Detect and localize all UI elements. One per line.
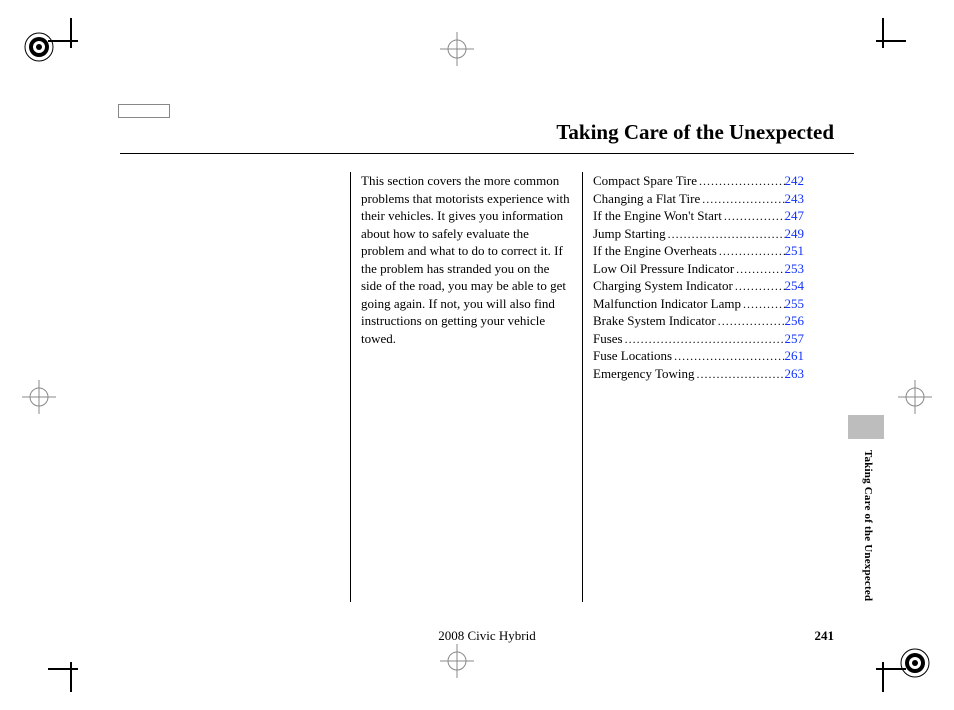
- toc-row: Emergency Towing 263: [593, 365, 804, 383]
- footer-page-number: 241: [815, 628, 835, 644]
- toc-page-link[interactable]: 257: [785, 330, 805, 348]
- toc-page-link[interactable]: 254: [785, 277, 805, 295]
- toc-row: Compact Spare Tire 242: [593, 172, 804, 190]
- toc-page-link[interactable]: 243: [785, 190, 805, 208]
- toc-label: Compact Spare Tire: [593, 172, 697, 190]
- registration-target-icon: [22, 30, 56, 64]
- toc-row: Fuse Locations 261: [593, 347, 804, 365]
- registration-target-icon: [898, 646, 932, 680]
- intro-column: This section covers the more common prob…: [350, 172, 582, 602]
- toc-page-link[interactable]: 261: [785, 347, 805, 365]
- toc-leader-dots: [695, 365, 785, 383]
- toc-leader-dots: [722, 207, 785, 225]
- toc-label: Changing a Flat Tire: [593, 190, 700, 208]
- toc-row: If the Engine Overheats 251: [593, 242, 804, 260]
- toc-column: Compact Spare Tire242Changing a Flat Tir…: [582, 172, 814, 602]
- side-section-label: Taking Care of the Unexpected: [862, 450, 874, 601]
- toc-leader-dots: [623, 330, 785, 348]
- toc-leader-dots: [716, 312, 785, 330]
- toc-leader-dots: [733, 277, 785, 295]
- toc-label: If the Engine Won't Start: [593, 207, 722, 225]
- toc-row: Brake System Indicator 256: [593, 312, 804, 330]
- toc-row: Low Oil Pressure Indicator 253: [593, 260, 804, 278]
- toc-row: Fuses 257: [593, 330, 804, 348]
- toc-leader-dots: [717, 242, 785, 260]
- toc-label: Brake System Indicator: [593, 312, 716, 330]
- toc-page-link[interactable]: 249: [785, 225, 805, 243]
- toc-leader-dots: [666, 225, 785, 243]
- toc-row: Malfunction Indicator Lamp 255: [593, 295, 804, 313]
- toc-label: Fuse Locations: [593, 347, 672, 365]
- toc-page-link[interactable]: 247: [785, 207, 805, 225]
- toc-page-link[interactable]: 253: [785, 260, 805, 278]
- toc-leader-dots: [741, 295, 784, 313]
- crosshair-icon: [440, 32, 474, 66]
- toc-leader-dots: [700, 190, 784, 208]
- toc-row: Changing a Flat Tire 243: [593, 190, 804, 208]
- content-columns: This section covers the more common prob…: [120, 172, 854, 602]
- intro-paragraph: This section covers the more common prob…: [361, 172, 572, 347]
- crosshair-icon: [898, 380, 932, 414]
- footer-model-label: 2008 Civic Hybrid: [120, 628, 854, 644]
- toc-label: Jump Starting: [593, 225, 666, 243]
- toc-leader-dots: [734, 260, 784, 278]
- crop-mark-icon: [60, 30, 90, 60]
- toc-row: If the Engine Won't Start 247: [593, 207, 804, 225]
- toc-row: Jump Starting 249: [593, 225, 804, 243]
- crosshair-icon: [22, 380, 56, 414]
- toc-label: Malfunction Indicator Lamp: [593, 295, 741, 313]
- crop-mark-icon: [864, 650, 894, 680]
- placeholder-box: [118, 104, 170, 118]
- toc-label: Emergency Towing: [593, 365, 695, 383]
- toc-page-link[interactable]: 242: [785, 172, 805, 190]
- toc-page-link[interactable]: 263: [785, 365, 805, 383]
- toc-page-link[interactable]: 251: [785, 242, 805, 260]
- toc-label: Low Oil Pressure Indicator: [593, 260, 734, 278]
- toc-label: If the Engine Overheats: [593, 242, 717, 260]
- crop-mark-icon: [864, 30, 894, 60]
- toc-leader-dots: [697, 172, 785, 190]
- toc-leader-dots: [672, 347, 784, 365]
- toc-label: Fuses: [593, 330, 623, 348]
- toc-row: Charging System Indicator 254: [593, 277, 804, 295]
- toc-page-link[interactable]: 256: [785, 312, 805, 330]
- page-content: Taking Care of the Unexpected This secti…: [120, 120, 854, 650]
- crop-mark-icon: [60, 650, 90, 680]
- page-title: Taking Care of the Unexpected: [120, 120, 854, 154]
- toc-label: Charging System Indicator: [593, 277, 733, 295]
- toc-page-link[interactable]: 255: [785, 295, 805, 313]
